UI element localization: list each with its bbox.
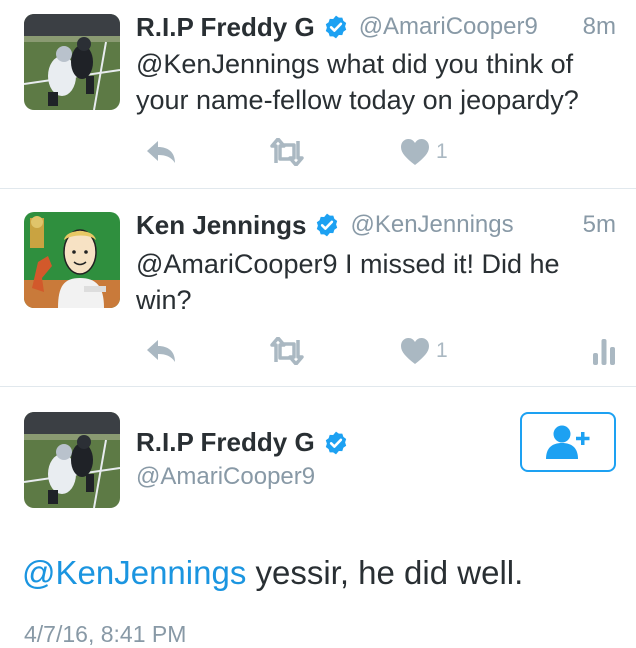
tweet-actions: 1 bbox=[136, 333, 616, 369]
display-name[interactable]: R.I.P Freddy G bbox=[136, 427, 315, 458]
verified-badge-icon bbox=[323, 14, 349, 40]
follow-button[interactable] bbox=[520, 412, 616, 472]
timestamp[interactable]: 8m bbox=[583, 13, 616, 41]
display-name[interactable]: R.I.P Freddy G bbox=[136, 12, 315, 43]
football-photo-avatar bbox=[24, 412, 120, 508]
avatar[interactable] bbox=[24, 212, 120, 308]
handle[interactable]: @AmariCooper9 bbox=[136, 463, 315, 491]
timestamp[interactable]: 5m bbox=[583, 211, 616, 239]
reply-icon bbox=[147, 340, 175, 362]
tweet-date: 4/7/16, 8:41 PM bbox=[24, 621, 187, 647]
retweet-button[interactable] bbox=[268, 333, 306, 369]
avatar[interactable] bbox=[24, 412, 120, 508]
mention-link[interactable]: @KenJennings bbox=[22, 554, 246, 591]
retweet-icon bbox=[270, 138, 304, 166]
retweet-icon bbox=[270, 337, 304, 365]
tweet-text: @AmariCooper9 I missed it! Did he win? bbox=[136, 249, 560, 315]
tweet-body: yessir, he did well. bbox=[246, 554, 524, 591]
analytics-icon bbox=[593, 339, 615, 365]
tweet-1[interactable]: R.I.P Freddy G @AmariCooper9 8m @KenJenn… bbox=[0, 0, 636, 188]
like-count: 1 bbox=[436, 140, 448, 163]
tweet-detail: R.I.P Freddy G @AmariCooper9 @KenJenning… bbox=[0, 387, 636, 648]
retweet-button[interactable] bbox=[268, 134, 306, 170]
football-photo-avatar bbox=[24, 14, 120, 110]
like-button[interactable]: 1 bbox=[400, 134, 448, 170]
heart-icon bbox=[401, 139, 429, 165]
tweet-text: @KenJennings what did you think of your … bbox=[136, 49, 579, 115]
avatar[interactable] bbox=[24, 14, 120, 110]
add-user-icon bbox=[546, 425, 590, 459]
handle[interactable]: @AmariCooper9 bbox=[359, 13, 538, 41]
analytics-button[interactable] bbox=[592, 333, 616, 369]
verified-badge-icon bbox=[323, 430, 349, 456]
cartoon-portrait-avatar bbox=[24, 212, 120, 308]
tweet-2[interactable]: Ken Jennings @KenJennings 5m @AmariCoope… bbox=[0, 189, 636, 386]
reply-icon bbox=[147, 141, 175, 163]
display-name[interactable]: Ken Jennings bbox=[136, 210, 306, 241]
verified-badge-icon bbox=[314, 212, 340, 238]
handle[interactable]: @KenJennings bbox=[350, 211, 513, 239]
heart-icon bbox=[401, 338, 429, 364]
tweet-actions: 1 bbox=[136, 134, 616, 170]
display-name-row: R.I.P Freddy G bbox=[136, 427, 359, 458]
tweet-text: @KenJennings yessir, he did well. bbox=[22, 551, 626, 595]
reply-button[interactable] bbox=[144, 333, 178, 369]
reply-button[interactable] bbox=[144, 134, 178, 170]
like-count: 1 bbox=[436, 339, 448, 362]
like-button[interactable]: 1 bbox=[400, 333, 448, 369]
